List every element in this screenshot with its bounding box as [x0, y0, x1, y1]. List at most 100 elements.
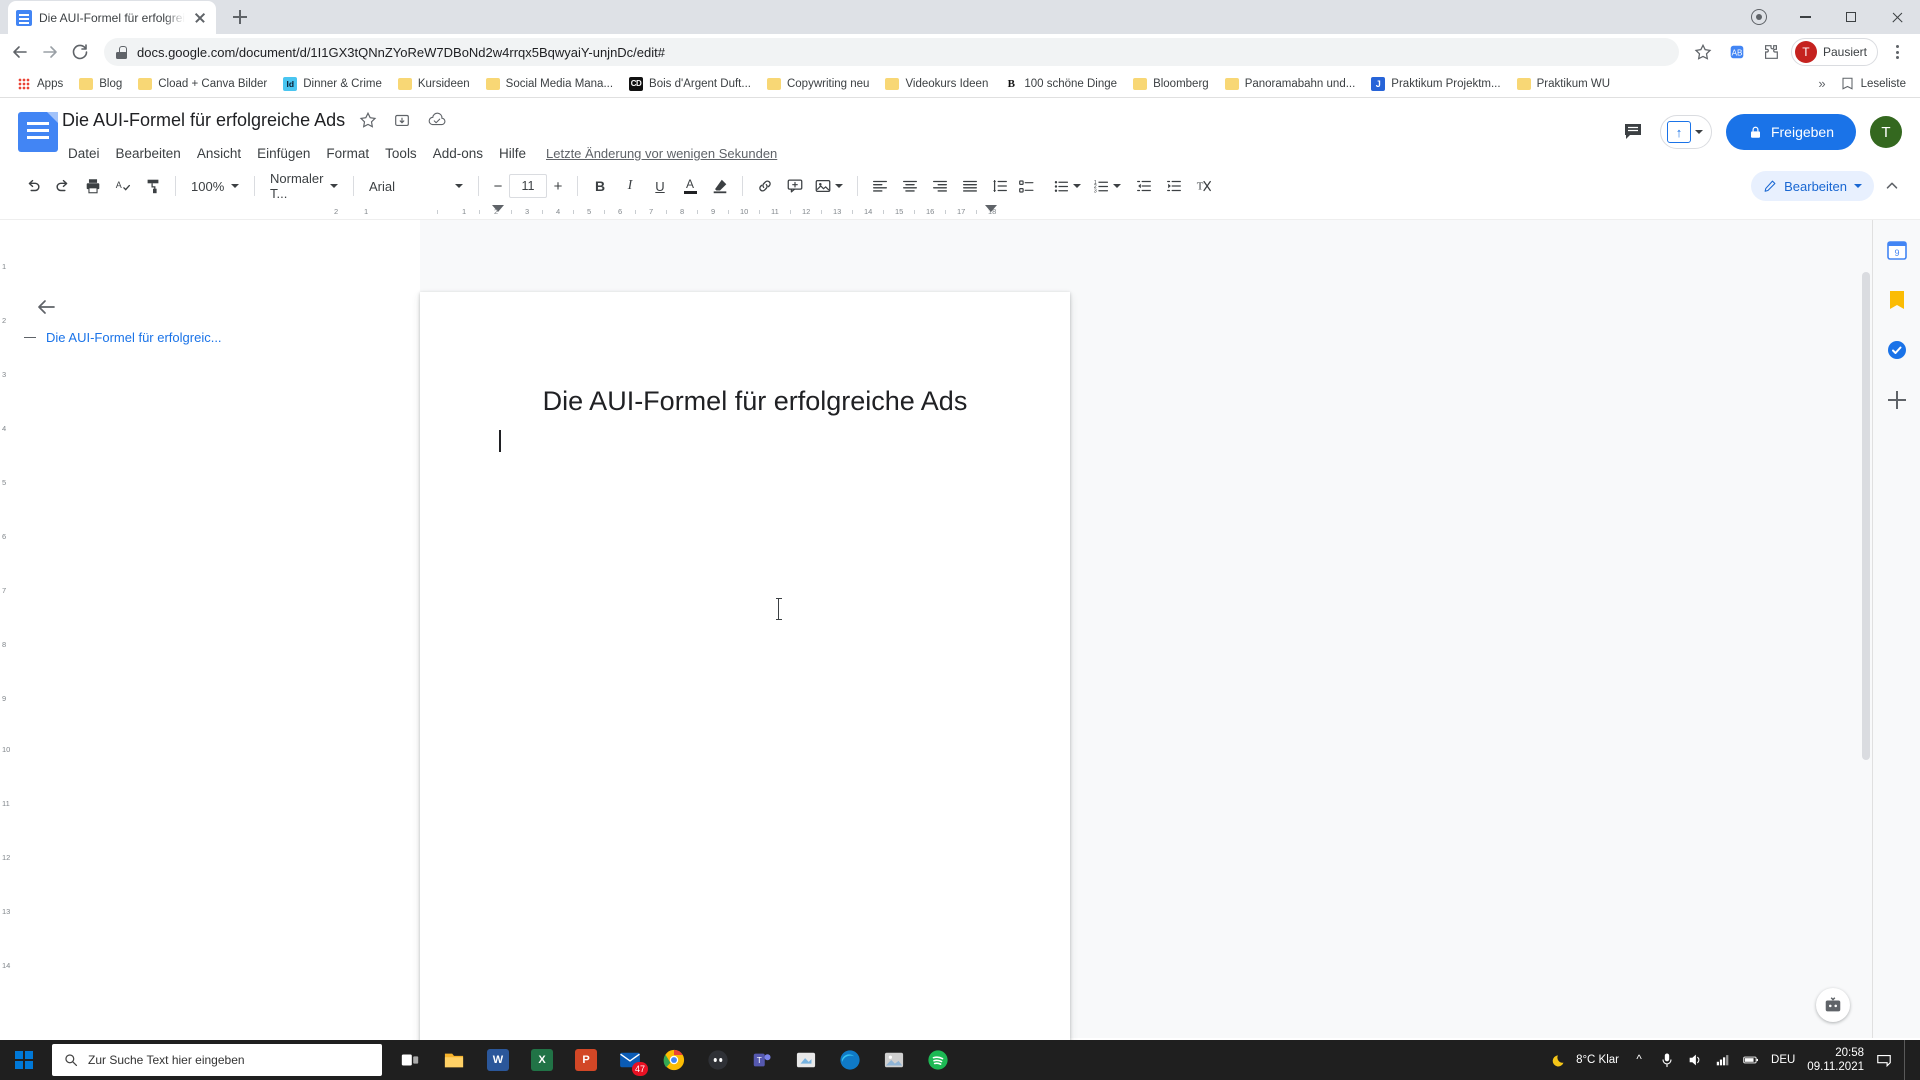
back-icon[interactable]	[6, 38, 34, 66]
document-title[interactable]: Die AUI-Formel für erfolgreiche Ads	[62, 110, 345, 131]
document-heading[interactable]: Die AUI-Formel für erfolgreiche Ads	[520, 386, 990, 417]
collapse-toolbar-icon[interactable]	[1878, 172, 1906, 200]
bookmark-dinner-crime[interactable]: Id Dinner & Crime	[276, 74, 389, 94]
bold-button[interactable]: B	[585, 172, 615, 200]
taskbar-app-teams[interactable]: T	[740, 1040, 784, 1080]
action-center-icon[interactable]	[1876, 1052, 1892, 1068]
present-button[interactable]: ↑	[1659, 115, 1712, 149]
font-family-select[interactable]: Arial	[361, 172, 471, 200]
font-size-input[interactable]: 11	[509, 174, 547, 198]
taskbar-search-input[interactable]: Zur Suche Text hier eingeben	[52, 1044, 382, 1076]
weather-widget[interactable]: 8°C Klar	[1552, 1052, 1619, 1069]
get-addons-icon[interactable]	[1883, 386, 1911, 414]
address-bar[interactable]: docs.google.com/document/d/1I1GX3tQNnZYo…	[104, 38, 1679, 66]
workspace-scrollbar[interactable]	[1860, 220, 1872, 1038]
comment-history-icon[interactable]	[1622, 120, 1646, 144]
insert-link-icon[interactable]	[750, 172, 780, 200]
last-edit-status[interactable]: Letzte Änderung vor wenigen Sekunden	[546, 146, 777, 161]
puzzle-extension-icon[interactable]	[1757, 38, 1785, 66]
menu-einfuegen[interactable]: Einfügen	[249, 142, 318, 165]
underline-button[interactable]: U	[645, 172, 675, 200]
outline-item[interactable]: Die AUI-Formel für erfolgreic...	[24, 330, 222, 345]
taskbar-app-chrome[interactable]	[652, 1040, 696, 1080]
bookmark-blog[interactable]: Blog	[72, 75, 129, 93]
taskbar-app-photos[interactable]	[872, 1040, 916, 1080]
reading-list-button[interactable]: Leseliste	[1840, 76, 1906, 91]
new-tab-button[interactable]	[226, 3, 254, 31]
font-size-increase-button[interactable]: +	[547, 174, 569, 198]
bulleted-list-select[interactable]	[1049, 172, 1089, 200]
taskbar-app-snip-sketch[interactable]	[784, 1040, 828, 1080]
menu-datei[interactable]: Datei	[60, 142, 108, 165]
extensions-icon[interactable]: AB	[1723, 38, 1751, 66]
bookmark-cload-canva[interactable]: Cload + Canva Bilder	[131, 75, 274, 93]
align-center-icon[interactable]	[895, 172, 925, 200]
minimize-button[interactable]	[1782, 0, 1828, 34]
insert-image-select[interactable]	[810, 172, 850, 200]
font-size-decrease-button[interactable]: −	[487, 174, 509, 198]
bookmark-bloomberg[interactable]: Bloomberg	[1126, 75, 1216, 93]
volume-icon[interactable]	[1687, 1052, 1703, 1068]
align-right-icon[interactable]	[925, 172, 955, 200]
bookmark-bois-dargent[interactable]: CD Bois d'Argent Duft...	[622, 74, 758, 94]
spellcheck-icon[interactable]: A	[108, 172, 138, 200]
paint-format-icon[interactable]	[138, 172, 168, 200]
browser-tab[interactable]: Die AUI-Formel für erfolgreiche A	[8, 1, 216, 34]
bookmark-praktikum-projektm[interactable]: J Praktikum Projektm...	[1364, 74, 1507, 94]
bookmark-social-media[interactable]: Social Media Mana...	[479, 75, 620, 93]
account-avatar[interactable]: T	[1870, 116, 1902, 148]
show-desktop-button[interactable]	[1904, 1040, 1910, 1080]
explore-button[interactable]	[1816, 988, 1850, 1022]
back-arrow-icon[interactable]	[36, 296, 60, 320]
cloud-saved-icon[interactable]	[427, 111, 447, 131]
google-keep-icon[interactable]	[1883, 286, 1911, 314]
editing-mode-button[interactable]: Bearbeiten	[1751, 171, 1874, 201]
taskbar-clock[interactable]: 20:58 09.11.2021	[1807, 1046, 1864, 1075]
decrease-indent-icon[interactable]	[1129, 172, 1159, 200]
extensions-puzzle-icon[interactable]	[1736, 0, 1782, 34]
menu-ansicht[interactable]: Ansicht	[189, 142, 249, 165]
undo-icon[interactable]	[18, 172, 48, 200]
add-comment-icon[interactable]	[780, 172, 810, 200]
text-color-button[interactable]: A	[675, 172, 705, 200]
taskbar-app-discord[interactable]	[696, 1040, 740, 1080]
windows-start-icon[interactable]	[0, 1040, 48, 1080]
taskbar-app-mail[interactable]: 47	[608, 1040, 652, 1080]
star-icon[interactable]	[1689, 38, 1717, 66]
google-tasks-icon[interactable]	[1883, 336, 1911, 364]
document-page[interactable]: Die AUI-Formel für erfolgreiche Ads	[420, 292, 1070, 1052]
taskbar-app-word[interactable]: W	[476, 1040, 520, 1080]
language-indicator[interactable]: DEU	[1771, 1054, 1795, 1066]
checklist-select[interactable]	[1015, 172, 1049, 200]
maximize-button[interactable]	[1828, 0, 1874, 34]
bookmark-videokurs[interactable]: Videokurs Ideen	[878, 75, 995, 93]
bookmark-panoramabahn[interactable]: Panoramabahn und...	[1218, 75, 1363, 93]
taskbar-app-spotify[interactable]	[916, 1040, 960, 1080]
italic-button[interactable]: I	[615, 172, 645, 200]
horizontal-ruler[interactable]: 2 1 1 2 3 4 5 6 7 8 9 10 11 12 13 14 15 …	[0, 204, 1920, 220]
menu-addons[interactable]: Add-ons	[425, 142, 491, 165]
google-calendar-icon[interactable]: 9	[1883, 236, 1911, 264]
bookmark-praktikum-wu[interactable]: Praktikum WU	[1510, 75, 1617, 93]
scrollbar-thumb[interactable]	[1862, 272, 1870, 760]
bookmark-kursideen[interactable]: Kursideen	[391, 75, 477, 93]
menu-bearbeiten[interactable]: Bearbeiten	[108, 142, 189, 165]
chrome-menu-icon[interactable]	[1884, 38, 1910, 66]
forward-icon[interactable]	[36, 38, 64, 66]
align-justify-icon[interactable]	[955, 172, 985, 200]
move-to-folder-icon[interactable]	[393, 111, 413, 131]
share-button[interactable]: Freigeben	[1725, 114, 1856, 150]
task-view-icon[interactable]	[388, 1040, 432, 1080]
paragraph-style-select[interactable]: Normaler T...	[262, 171, 346, 201]
increase-indent-icon[interactable]	[1159, 172, 1189, 200]
taskbar-app-powerpoint[interactable]: P	[564, 1040, 608, 1080]
zoom-select[interactable]: 100%	[183, 172, 247, 200]
taskbar-app-file-explorer[interactable]	[432, 1040, 476, 1080]
bookmark-100-schoene-dinge[interactable]: B 100 schöne Dinge	[997, 74, 1124, 94]
bookmarks-overflow-icon[interactable]: »	[1818, 76, 1825, 91]
google-docs-logo-icon[interactable]	[18, 112, 58, 152]
bookmark-copywriting[interactable]: Copywriting neu	[760, 75, 876, 93]
right-indent-marker[interactable]	[985, 205, 997, 212]
menu-tools[interactable]: Tools	[377, 142, 425, 165]
reload-icon[interactable]	[66, 38, 94, 66]
